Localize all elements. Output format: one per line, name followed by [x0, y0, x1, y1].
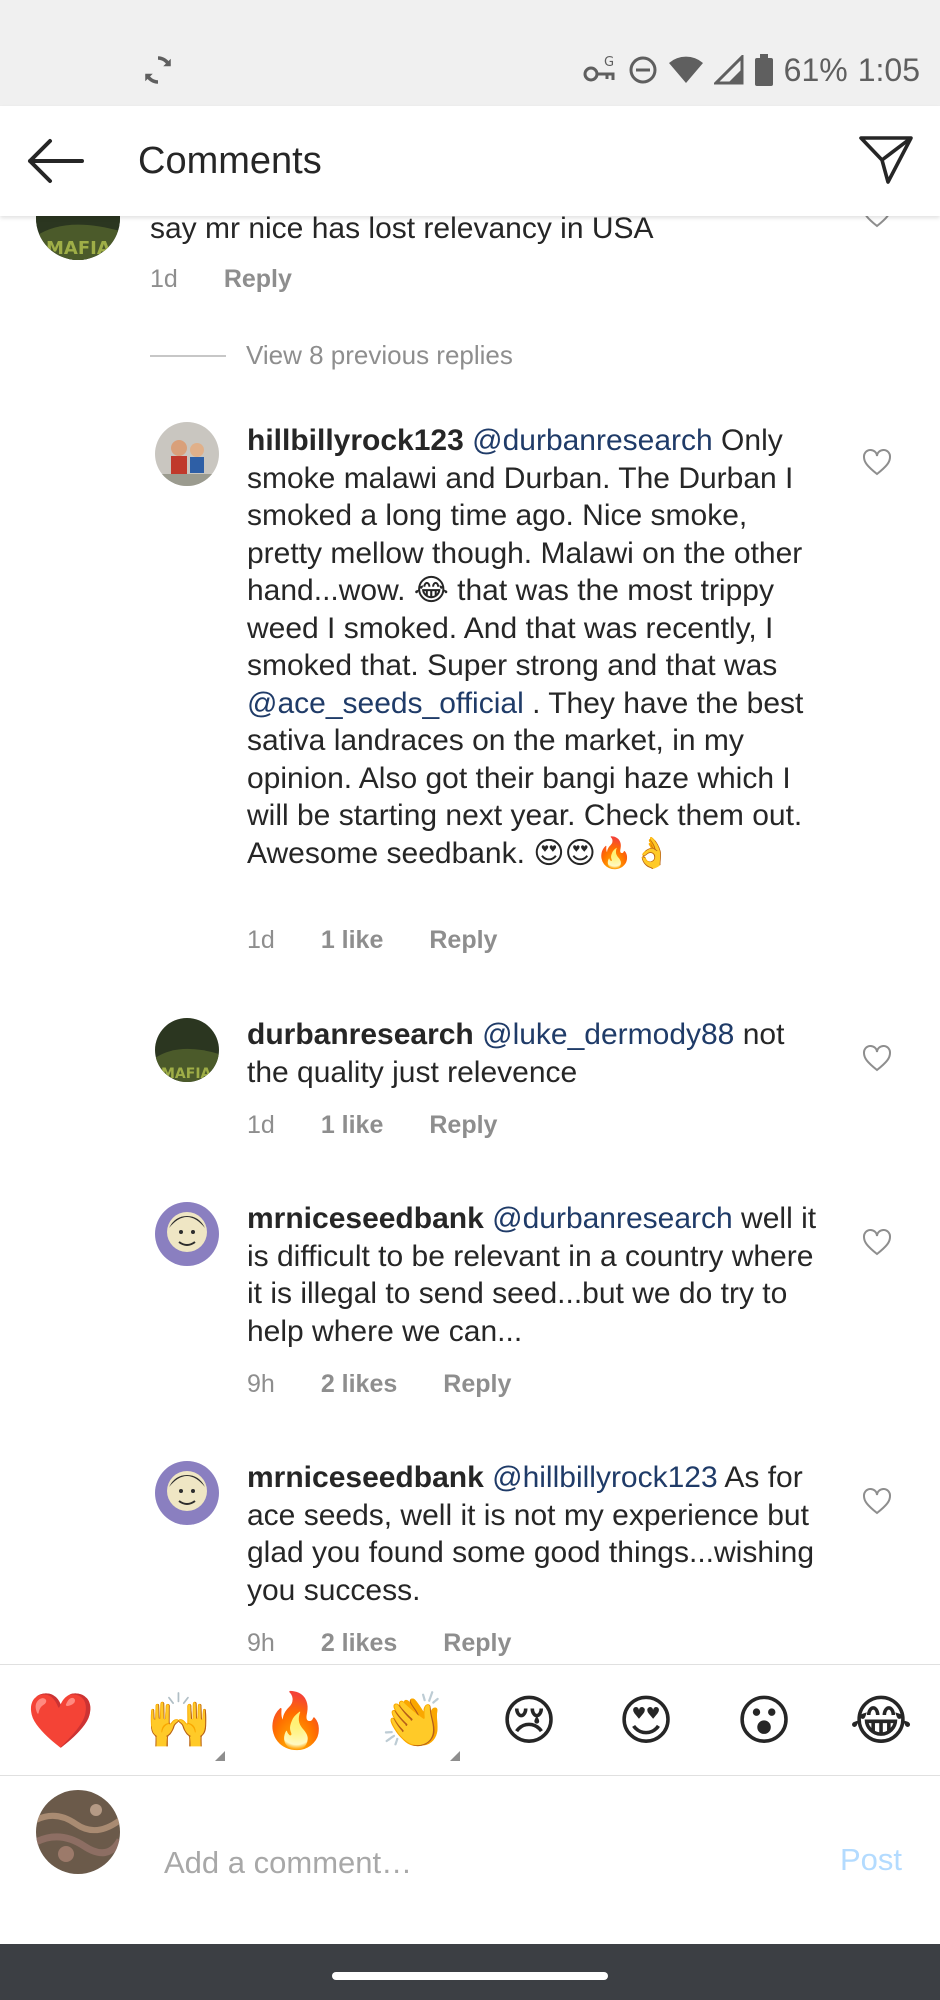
- clock: 1:05: [857, 51, 920, 88]
- username[interactable]: mrniceseedbank: [247, 1461, 484, 1494]
- battery-icon: [754, 54, 773, 86]
- mention-link[interactable]: @durbanresearch: [472, 424, 713, 457]
- likes-count[interactable]: 1 like: [321, 925, 384, 955]
- comment-time: 1d: [247, 1111, 275, 1139]
- comment-text: say mr nice has lost relevancy in USA: [150, 216, 654, 245]
- clapping-hands-reaction[interactable]: 👏: [380, 1689, 460, 1761]
- sync-icon: [145, 56, 171, 84]
- wifi-icon: [668, 56, 703, 83]
- like-heart-icon[interactable]: [862, 1487, 892, 1515]
- quick-reactions-bar: ❤️ 🙌 🔥 👏 😢 😍 😮 😂: [0, 1664, 940, 1776]
- mention-link[interactable]: @luke_dermody88: [482, 1018, 734, 1051]
- username[interactable]: hillbillyrock123: [247, 424, 464, 457]
- likes-count[interactable]: 2 likes: [321, 1628, 397, 1658]
- crying-face-reaction[interactable]: 😢: [497, 1689, 561, 1753]
- like-heart-icon[interactable]: [862, 448, 892, 476]
- page-title: Comments: [138, 140, 322, 182]
- tears-of-joy-reaction[interactable]: 😂: [849, 1689, 913, 1753]
- comment-composer: Post: [0, 1776, 940, 1944]
- red-heart-reaction[interactable]: ❤️: [27, 1689, 94, 1753]
- current-user-avatar: [36, 1790, 120, 1874]
- comment-body: Only smoke malawi and Durban. The Durban…: [247, 424, 803, 682]
- avatar[interactable]: MAFIA: [155, 1018, 219, 1082]
- avatar[interactable]: [155, 422, 219, 486]
- svg-text:MAFIA: MAFIA: [161, 1066, 212, 1082]
- username[interactable]: durbanresearch: [247, 1018, 474, 1051]
- app-bar: Comments: [0, 106, 940, 216]
- svg-text:G: G: [604, 55, 614, 70]
- surprised-face-reaction[interactable]: 😮: [732, 1689, 796, 1753]
- reply-button[interactable]: Reply: [429, 1110, 497, 1140]
- heart-eyes-reaction[interactable]: 😍: [614, 1689, 678, 1753]
- like-heart-icon[interactable]: [862, 1044, 892, 1072]
- comment-meta: 1d 1 like Reply: [247, 1110, 497, 1140]
- reply-button[interactable]: Reply: [429, 925, 497, 955]
- avatar[interactable]: MAFIA: [36, 216, 120, 260]
- raising-hands-emoji: 🙌: [145, 1691, 213, 1751]
- view-replies-label[interactable]: View 8 previous replies: [246, 340, 513, 371]
- likes-count[interactable]: 1 like: [321, 1110, 384, 1140]
- comment-time: 1d: [150, 265, 178, 293]
- comment-meta: 1d 1 like Reply: [247, 925, 497, 955]
- reply-button[interactable]: Reply: [443, 1628, 511, 1658]
- system-navigation-bar: [0, 1944, 940, 2000]
- fire-reaction[interactable]: 🔥: [262, 1689, 329, 1753]
- comment-text: mrniceseedbank @hillbillyrock123 As for …: [247, 1459, 827, 1609]
- comment-time: 1d: [247, 926, 275, 954]
- likes-count[interactable]: 2 likes: [321, 1369, 397, 1399]
- do-not-disturb-icon: [629, 56, 657, 84]
- like-heart-icon[interactable]: [862, 216, 892, 228]
- comment-meta: 9h 2 likes Reply: [247, 1369, 511, 1399]
- home-gesture-handle[interactable]: [332, 1972, 608, 1980]
- svg-text:MAFIA: MAFIA: [46, 238, 111, 259]
- username[interactable]: mrniceseedbank: [247, 1202, 484, 1235]
- direct-message-icon[interactable]: [858, 134, 914, 186]
- view-previous-replies[interactable]: View 8 previous replies: [150, 340, 513, 371]
- comment-time: 9h: [247, 1370, 275, 1398]
- battery-percent: 61%: [783, 51, 848, 88]
- avatar[interactable]: [155, 1202, 219, 1266]
- comment-text: hillbillyrock123 @durbanresearch Only sm…: [247, 422, 827, 872]
- skin-tone-indicator: [450, 1751, 460, 1761]
- comment-time: 9h: [247, 1629, 275, 1657]
- mention-link[interactable]: @durbanresearch: [492, 1202, 733, 1235]
- cellular-signal-icon: [713, 55, 744, 85]
- reply-button[interactable]: Reply: [224, 264, 292, 294]
- comment-meta: 9h 2 likes Reply: [247, 1628, 511, 1658]
- comment-input[interactable]: [162, 1832, 806, 1894]
- clapping-hands-emoji: 👏: [380, 1691, 448, 1751]
- avatar[interactable]: [155, 1461, 219, 1525]
- comment-text: mrniceseedbank @durbanresearch well it i…: [247, 1200, 827, 1350]
- mention-link[interactable]: @ace_seeds_official: [247, 687, 524, 720]
- reply-button[interactable]: Reply: [443, 1369, 511, 1399]
- skin-tone-indicator: [215, 1751, 225, 1761]
- mention-link[interactable]: @hillbillyrock123: [492, 1461, 718, 1494]
- raising-hands-reaction[interactable]: 🙌: [145, 1689, 225, 1761]
- vpn-key-icon: G: [583, 55, 615, 82]
- status-bar: G 61% 1:05: [0, 0, 940, 106]
- post-button[interactable]: Post: [840, 1840, 902, 1880]
- back-arrow-icon[interactable]: [24, 136, 86, 186]
- like-heart-icon[interactable]: [862, 1228, 892, 1256]
- comment-text: durbanresearch @luke_dermody88 not the q…: [247, 1016, 827, 1091]
- divider-line: [150, 354, 226, 357]
- comments-list[interactable]: MAFIA say mr nice has lost relevancy in …: [0, 216, 940, 1664]
- comment-meta: 1d Reply: [150, 264, 292, 294]
